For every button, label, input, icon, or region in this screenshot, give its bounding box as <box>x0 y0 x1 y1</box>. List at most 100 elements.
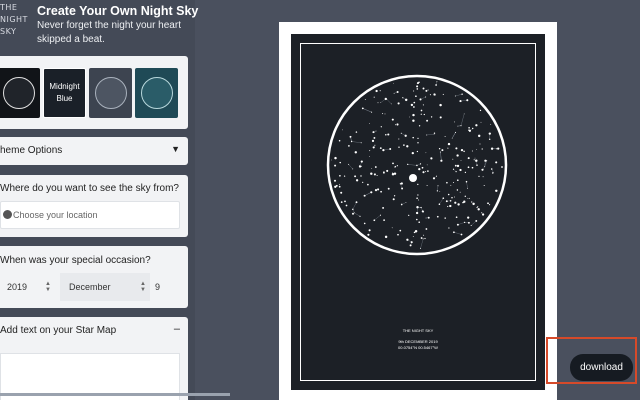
star-dot <box>416 82 419 85</box>
star-dot <box>383 219 385 221</box>
star-dot <box>457 179 459 181</box>
star-dot <box>452 168 455 170</box>
star-dot <box>426 134 428 136</box>
star-dot <box>353 212 355 214</box>
poster-title: THE NIGHT SKY <box>402 328 434 333</box>
star-dot <box>420 247 421 249</box>
star-dot <box>367 183 369 186</box>
star-dot <box>468 126 470 129</box>
star-dot <box>374 144 376 146</box>
star-dot <box>426 119 429 122</box>
star-dot <box>377 188 380 191</box>
download-button[interactable]: download <box>570 354 633 381</box>
star-dot <box>479 143 481 145</box>
star-dot <box>396 165 398 167</box>
star-dot <box>382 113 384 115</box>
star-dot <box>433 93 436 96</box>
star-dot <box>439 151 441 153</box>
brand-logo: THE NIGHT SKY <box>0 2 32 42</box>
star-dot <box>352 212 354 215</box>
star-dot <box>396 90 399 94</box>
star-dot <box>379 90 381 92</box>
star-dot <box>369 156 370 157</box>
star-dot <box>438 203 441 205</box>
star-dot <box>425 96 427 98</box>
star-dot <box>459 100 462 103</box>
star-dot <box>457 203 460 206</box>
star-dot <box>454 164 457 167</box>
star-dot <box>404 98 408 102</box>
star-dot <box>408 214 410 217</box>
theme-swatch-label: Midnight Blue <box>49 82 80 103</box>
star-dot <box>339 161 341 164</box>
star-dot <box>371 139 375 143</box>
star-dot <box>436 81 438 83</box>
theme-options-label: heme Options <box>0 145 63 156</box>
year-select[interactable]: 2019 ▲ ▼ <box>0 273 55 301</box>
star-dot <box>412 119 415 122</box>
theme-swatch-black[interactable] <box>0 68 40 118</box>
star-dot <box>490 168 493 170</box>
star-dot <box>453 231 455 234</box>
star-dot <box>442 197 445 200</box>
star-dot <box>449 200 452 202</box>
star-dot <box>417 194 419 196</box>
collapse-icon[interactable]: – <box>174 323 180 335</box>
star-dot <box>454 201 457 204</box>
star-dot <box>451 137 453 139</box>
poster-coordinates: 00.0754°N 00.5467°W <box>398 345 438 350</box>
bottom-scrollbar[interactable] <box>0 393 230 396</box>
star-dot <box>422 87 425 90</box>
star-dot <box>456 154 459 157</box>
star-dot <box>463 221 466 224</box>
day-select[interactable]: 9 <box>150 273 180 301</box>
star-dot <box>382 206 385 209</box>
star-map-text-heading: Add text on your Star Map <box>0 325 117 336</box>
star-dot <box>495 161 498 164</box>
star-dot <box>362 181 364 183</box>
theme-options-dropdown[interactable]: heme Options ▼ <box>0 137 188 165</box>
poster-date: 9th DECEMBER 2019 <box>398 339 438 344</box>
theme-picker: Midnight Blue <box>0 56 188 129</box>
star-dot <box>422 104 424 106</box>
theme-swatch-teal[interactable] <box>135 68 178 118</box>
star-dot <box>374 189 378 192</box>
star-dot <box>352 208 354 211</box>
month-select[interactable]: December ▲ ▼ <box>60 273 150 301</box>
star-dot <box>484 166 486 168</box>
star-dot <box>387 133 390 136</box>
star-dot <box>492 171 494 173</box>
star-dot <box>441 149 444 152</box>
star-dot <box>414 229 418 233</box>
star-dot <box>333 179 337 182</box>
star-dot <box>397 233 399 236</box>
star-dot <box>475 124 478 127</box>
star-dot <box>484 159 487 162</box>
star-dot <box>373 173 376 176</box>
star-dot <box>409 116 410 118</box>
star-dot <box>463 113 465 115</box>
theme-swatch-midnight-blue[interactable]: Midnight Blue <box>43 68 86 118</box>
star-dot <box>344 175 346 177</box>
star-dot <box>410 103 414 107</box>
theme-swatch-grey[interactable] <box>89 68 132 118</box>
star-dot <box>348 145 350 147</box>
star-dot <box>436 190 439 192</box>
star-dot <box>436 215 439 218</box>
star-dot <box>470 224 472 227</box>
star-dot <box>372 146 375 149</box>
star-dot <box>358 165 361 167</box>
star-dot <box>370 191 373 194</box>
star-dot <box>334 156 337 160</box>
star-dot <box>409 244 412 247</box>
star-dot <box>360 165 362 167</box>
star-dot <box>478 175 480 177</box>
star-dot <box>372 131 375 134</box>
star-dot <box>368 229 371 232</box>
location-input[interactable]: Choose your location <box>0 201 180 229</box>
star-dot <box>416 164 418 167</box>
star-dot <box>487 202 489 205</box>
star-dot <box>438 147 441 150</box>
star-dot <box>468 197 470 199</box>
star-dot <box>488 132 491 135</box>
